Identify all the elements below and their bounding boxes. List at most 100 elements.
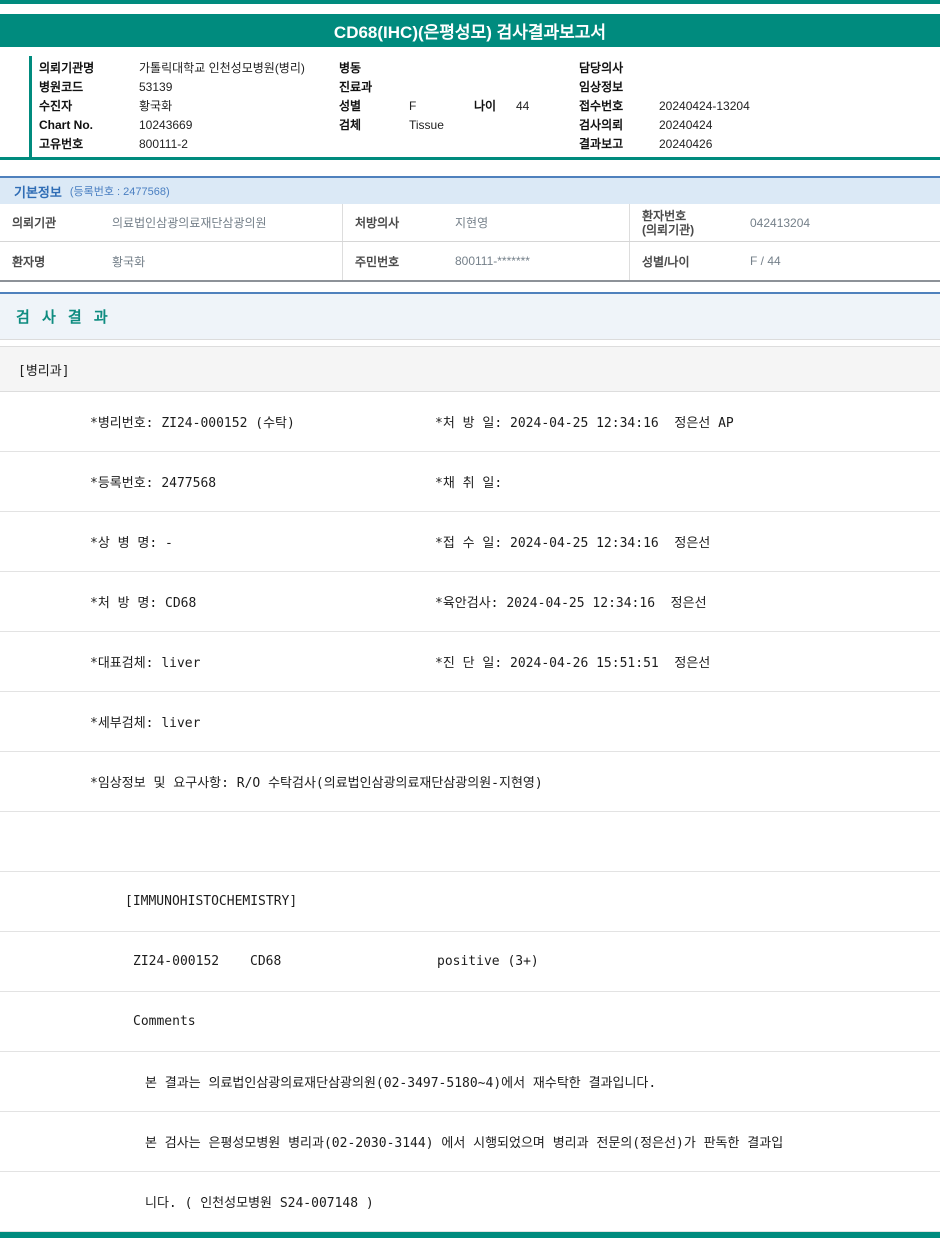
cell-text: 환자번호 (의뢰기관) (642, 209, 694, 237)
meta-value: 800111-2 (139, 136, 188, 151)
result-row-sub-specimen: *세부검체: liver (0, 692, 940, 752)
result-row-comment-2: 본 검사는 은평성모병원 병리과(02-2030-3144) 에서 시행되었으며… (0, 1112, 940, 1172)
comment-line-2: 본 검사는 은평성모병원 병리과(02-2030-3144) 에서 시행되었으며… (145, 1136, 784, 1151)
result-row-ihc-result: ZI24-000152 CD68 positive (3+) (0, 932, 940, 992)
cell-text: 환자명 (12, 254, 46, 269)
meta-label: 병동 (339, 61, 362, 75)
basic-info-row-2: 환자명 황국화 주민번호 800111-******* 성별/나이 F / 44 (0, 242, 940, 280)
basic-info-section-header: 기본정보 (등록번호 : 2477568) (0, 176, 940, 204)
cell-text: 처방의사 (355, 216, 400, 230)
result-row-comments-label: Comments (0, 992, 940, 1052)
sub-specimen-text: *세부검체: liver (90, 716, 201, 731)
bi-patient-no-label: 환자번호 (의뢰기관) (630, 204, 738, 241)
comments-label: Comments (133, 1014, 196, 1029)
cell-text: F / 44 (750, 254, 781, 268)
diagnosis-datetime-text: *진 단 일: 2024-04-26 15:51:51 정은선 (435, 656, 711, 671)
result-row-comment-3: 니다. ( 인천성모병원 S24-007148 ) (0, 1172, 940, 1232)
result-row-clinical-info: *임상정보 및 요구사항: R/O 수탁검사(의료법인삼광의료재단삼광의원-지현… (0, 752, 940, 812)
result-row-ihc-header: [IMMUNOHISTOCHEMISTRY] (0, 872, 940, 932)
meta-report-date-row: 결과보고 20240426 (579, 134, 940, 153)
result-row-main-specimen: *대표검체: liver *진 단 일: 2024-04-26 15:51:51… (0, 632, 940, 692)
report-title: CD68(IHC)(은평성모) 검사결과보고서 (333, 23, 607, 42)
bi-prescribing-doctor-label: 처방의사 (343, 204, 443, 241)
meta-column-middle: 병동 진료과 성별 F 나이 44 검체 Tissue (339, 58, 579, 153)
meta-ward-row: 병동 (339, 58, 579, 77)
bi-patient-no-value: 042413204 (738, 204, 940, 241)
meta-clinical-info-row: 임상정보 (579, 77, 940, 96)
meta-value: 20240424 (659, 117, 713, 132)
meta-order-date-row: 검사의뢰 20240424 (579, 115, 940, 134)
result-row-disease-name: *상 병 명: - *접 수 일: 2024-04-25 12:34:16 정은… (0, 512, 940, 572)
meta-value: 20240424-13204 (659, 98, 750, 113)
meta-label: 검체 (339, 118, 362, 132)
bi-sex-age-value: F / 44 (738, 242, 940, 280)
ihc-result-value: positive (3+) (437, 954, 539, 969)
meta-label: 의뢰기관명 (39, 61, 95, 75)
ihc-specimen-no: ZI24-000152 (133, 954, 220, 969)
patient-meta-block: 의뢰기관명 가톨릭대학교 인천성모병원(병리) 병원코드 53139 수진자 황… (29, 56, 940, 157)
comment-line-1: 본 결과는 의료법인삼광의료재단삼광의원(02-3497-5180~4)에서 재… (145, 1076, 657, 1091)
cell-text: 성별/나이 (642, 254, 690, 269)
results-section-title: 검 사 결 과 (16, 309, 112, 326)
basic-info-row-1: 의뢰기관 의료법인삼광의료재단삼광의원 처방의사 지현영 환자번호 (의뢰기관)… (0, 204, 940, 242)
meta-label: 접수번호 (579, 99, 624, 113)
bi-patient-name-value: 황국화 (100, 242, 343, 280)
bi-patient-name-label: 환자명 (0, 242, 100, 280)
meta-label: 성별 (339, 99, 362, 113)
cell-text: 의뢰기관 (12, 216, 57, 230)
meta-receipt-no-row: 접수번호 20240424-13204 (579, 96, 940, 115)
result-row-order-name: *처 방 명: CD68 *육안검사: 2024-04-25 12:34:16 … (0, 572, 940, 632)
meta-value: 20240426 (659, 136, 713, 151)
basic-info-table: 의뢰기관 의료법인삼광의료재단삼광의원 처방의사 지현영 환자번호 (의뢰기관)… (0, 204, 940, 282)
result-row-registration-no: *등록번호: 2477568 *채 취 일: (0, 452, 940, 512)
meta-label: 결과보고 (579, 137, 624, 151)
cell-text: 황국화 (112, 254, 146, 269)
meta-label: 병원코드 (39, 80, 84, 94)
meta-patient-row: 수진자 황국화 (39, 96, 339, 115)
collection-date-text: *채 취 일: (435, 476, 503, 491)
meta-hospital-code-row: 병원코드 53139 (39, 77, 339, 96)
meta-sex-age-row: 성별 F 나이 44 (339, 96, 579, 115)
disease-name-text: *상 병 명: - (90, 536, 173, 551)
ihc-test-name: CD68 (250, 954, 282, 969)
meta-label: 진료과 (339, 80, 373, 94)
meta-age-label: 나이 (474, 99, 497, 113)
meta-value: 가톨릭대학교 인천성모병원(병리) (139, 61, 305, 75)
meta-value: 10243669 (139, 117, 193, 132)
meta-department-row: 진료과 (339, 77, 579, 96)
results-section-header: 검 사 결 과 (0, 292, 940, 340)
report-page: CD68(IHC)(은평성모) 검사결과보고서 의뢰기관명 가톨릭대학교 인천성… (0, 0, 940, 1238)
meta-column-right: 담당의사 임상정보 접수번호 20240424-13204 검사의뢰 20240… (579, 58, 940, 153)
order-name-text: *처 방 명: CD68 (90, 596, 197, 611)
clinical-info-text: *임상정보 및 요구사항: R/O 수탁검사(의료법인삼광의료재단삼광의원-지현… (90, 776, 543, 791)
bottom-accent-bar (0, 1232, 940, 1238)
spacer-row (0, 812, 940, 872)
meta-referring-org-row: 의뢰기관명 가톨릭대학교 인천성모병원(병리) (39, 58, 339, 77)
basic-info-registration-no: (등록번호 : 2477568) (69, 186, 170, 198)
meta-age-value: 44 (516, 98, 530, 113)
meta-specimen-row: 검체 Tissue (339, 115, 579, 134)
comment-line-3: 니다. ( 인천성모병원 S24-007148 ) (145, 1196, 374, 1211)
report-title-bar: CD68(IHC)(은평성모) 검사결과보고서 (0, 14, 940, 47)
meta-value: 53139 (139, 79, 173, 94)
main-specimen-text: *대표검체: liver (90, 656, 201, 671)
teal-divider (0, 157, 940, 160)
order-datetime-text: *처 방 일: 2024-04-25 12:34:16 정은선 AP (435, 416, 734, 431)
meta-attending-doctor-row: 담당의사 (579, 58, 940, 77)
top-accent-bar (0, 0, 940, 4)
bi-prescribing-doctor-value: 지현영 (443, 204, 630, 241)
meta-chart-no-row: Chart No. 10243669 (39, 115, 339, 134)
department-row: [병리과] (0, 346, 940, 392)
basic-info-title: 기본정보 (14, 184, 62, 200)
bi-referring-org-value: 의료법인삼광의료재단삼광의원 (100, 204, 343, 241)
cell-text: 042413204 (750, 215, 811, 230)
meta-label: 고유번호 (39, 137, 84, 151)
meta-column-left: 의뢰기관명 가톨릭대학교 인천성모병원(병리) 병원코드 53139 수진자 황… (39, 58, 339, 153)
cell-text: 의료법인삼광의료재단삼광의원 (112, 216, 267, 230)
ihc-section-label: [IMMUNOHISTOCHEMISTRY] (125, 894, 298, 909)
bi-resident-no-value: 800111-******* (443, 242, 630, 280)
cell-text: 800111-******* (455, 254, 530, 268)
gross-exam-datetime-text: *육안검사: 2024-04-25 12:34:16 정은선 (435, 596, 707, 611)
meta-sex-value: F (409, 98, 417, 113)
meta-label: 담당의사 (579, 61, 624, 75)
